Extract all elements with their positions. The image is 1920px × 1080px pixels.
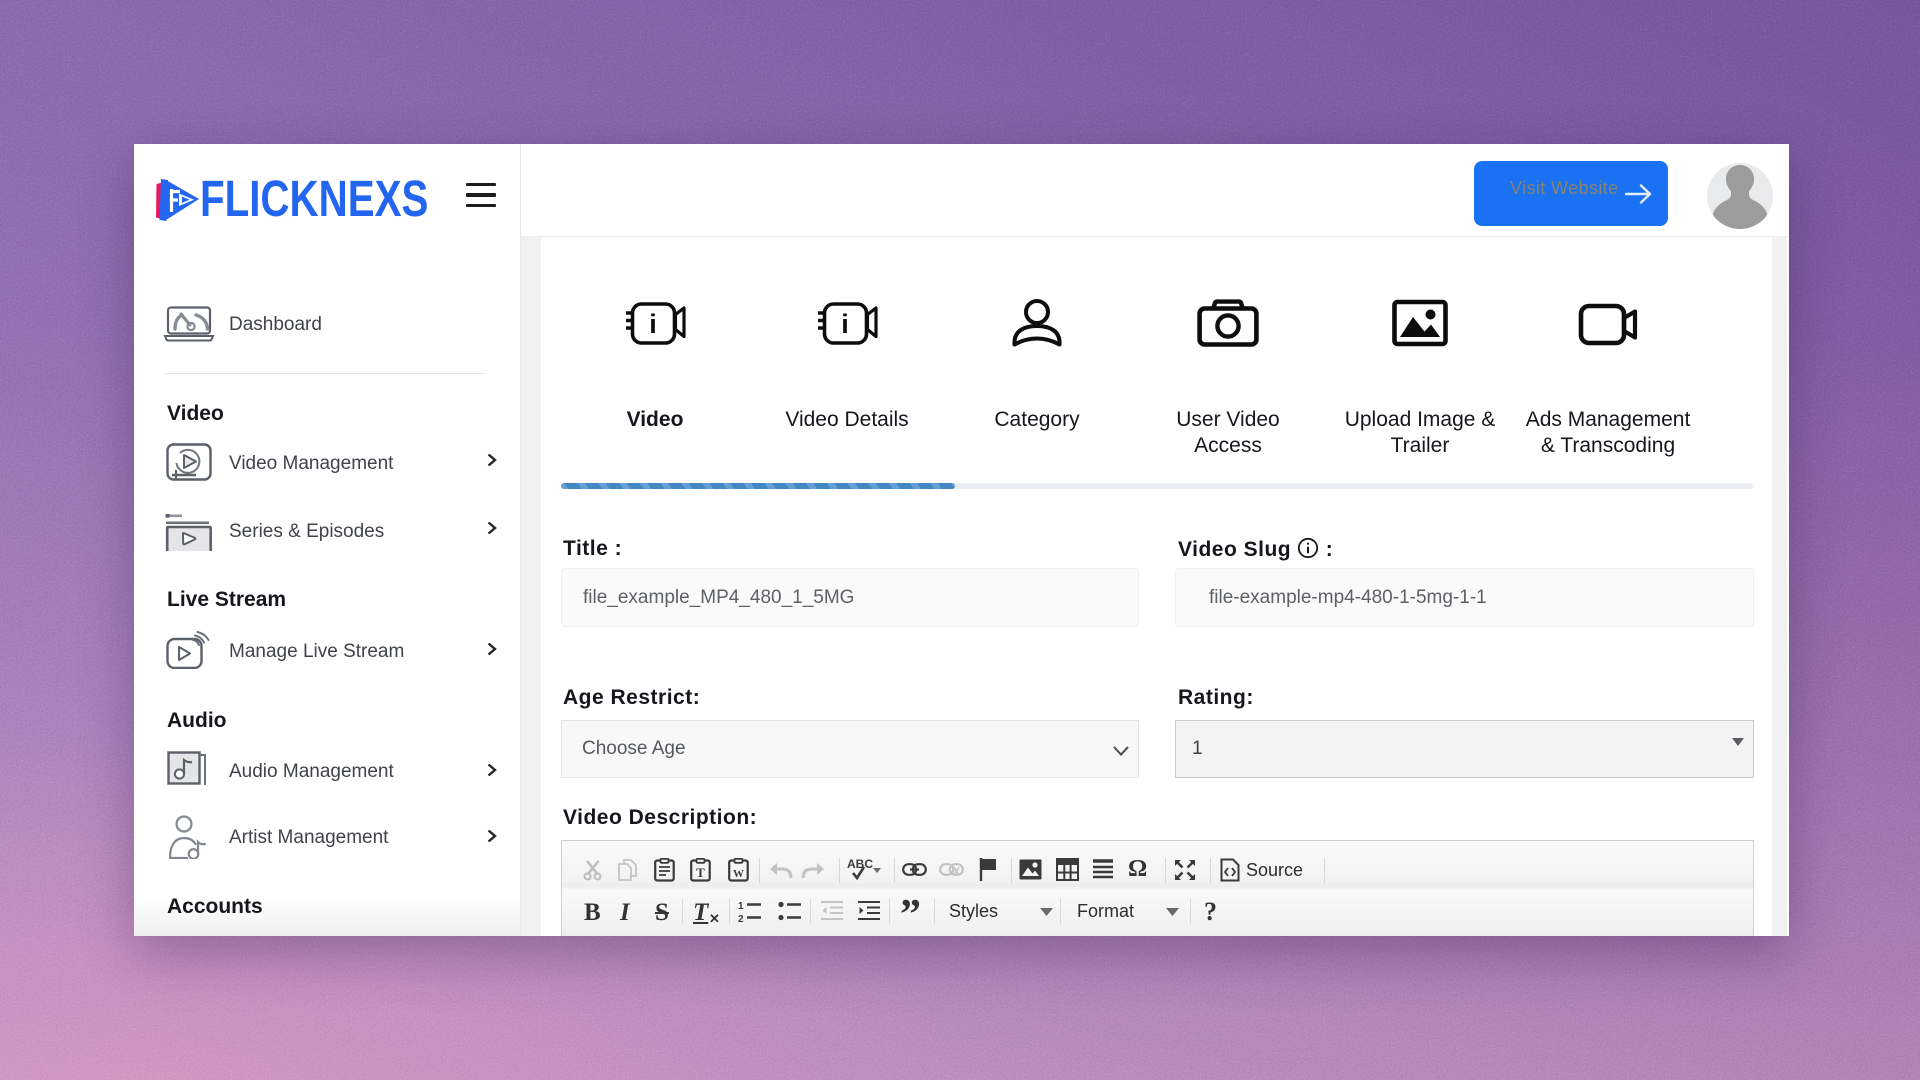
svg-text:1: 1 [738,901,744,912]
svg-text:ABC: ABC [847,857,873,871]
svg-text:T: T [696,865,705,880]
svg-text:i: i [841,309,849,339]
svg-text:i: i [649,309,657,339]
svg-text:W: W [733,868,744,880]
svg-text:2: 2 [738,914,744,923]
